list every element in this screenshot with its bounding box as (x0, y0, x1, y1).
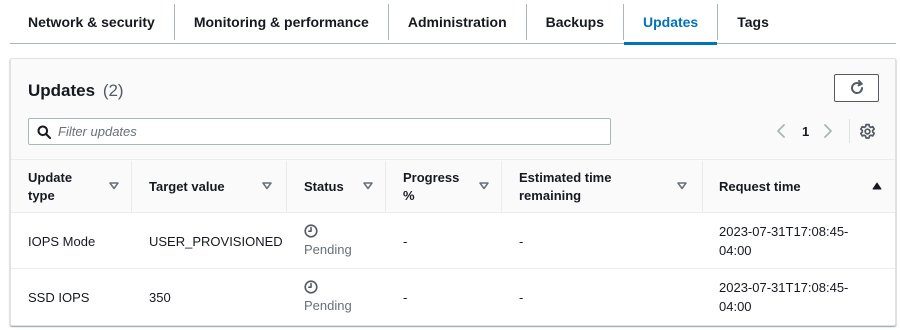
column-label: Request time (719, 178, 801, 194)
chevron-left-icon[interactable] (773, 122, 789, 140)
panel-count: (2) (102, 81, 124, 100)
cell-target-value: USER_PROVISIONED (149, 233, 283, 249)
panel-title-text: Updates (28, 81, 96, 100)
cell-progress: - (403, 233, 408, 249)
sort-caret-down-icon (262, 182, 272, 190)
table-row: SSD IOPS 350 Pending - - 2023-07-31T17:0… (11, 269, 895, 325)
cell-status: Pending (287, 213, 385, 269)
column-label: Estimated time remaining (519, 169, 612, 203)
cell-progress: - (403, 289, 408, 305)
status-text: Pending (304, 241, 352, 257)
refresh-button[interactable] (834, 74, 879, 102)
updates-panel: Updates (2) 1 (10, 58, 896, 326)
status-indicator: Pending (304, 223, 352, 259)
tab-updates[interactable]: Updates (623, 0, 718, 45)
column-label: Progress % (403, 169, 460, 203)
tab-administration[interactable]: Administration (389, 0, 526, 43)
search-icon (37, 125, 51, 139)
panel-header: Updates (2) 1 (11, 59, 895, 159)
column-label: Update type (28, 169, 73, 203)
cell-request-time: 2023-07-31T17:08:45-04:00 (719, 224, 849, 258)
chevron-right-icon[interactable] (820, 122, 836, 140)
panel-title: Updates (2) (28, 81, 124, 101)
gear-icon[interactable] (858, 122, 876, 140)
clock-icon (304, 279, 318, 294)
filter-input[interactable] (58, 121, 598, 142)
table-header: Update type Target value Status Progress… (11, 159, 895, 213)
column-label: Target value (149, 178, 225, 194)
cell-status: Pending (287, 269, 385, 325)
column-header-request-time[interactable]: Request time (702, 160, 895, 213)
sort-caret-down-icon (109, 182, 119, 190)
tab-network-security[interactable]: Network & security (10, 0, 174, 43)
tab-bar: Network & security Monitoring & performa… (10, 0, 896, 45)
pagination: 1 (773, 121, 836, 141)
cell-update-type: SSD IOPS (28, 289, 90, 305)
column-header-target-value[interactable]: Target value (132, 160, 286, 213)
sort-caret-down-icon (363, 182, 373, 190)
cell-estimated-time: - (519, 289, 524, 305)
column-header-estimated-time[interactable]: Estimated time remaining (502, 160, 702, 213)
sort-caret-up-icon (872, 182, 882, 190)
column-header-status[interactable]: Status (287, 160, 385, 213)
status-indicator: Pending (304, 279, 352, 315)
refresh-icon (850, 80, 863, 94)
cell-estimated-time: - (519, 233, 524, 249)
updates-table: Update type Target value Status Progress… (11, 159, 895, 325)
column-header-progress[interactable]: Progress % (386, 160, 501, 213)
cell-request-time: 2023-07-31T17:08:45-04:00 (719, 280, 849, 314)
tab-backups[interactable]: Backups (527, 0, 623, 43)
sort-caret-down-icon (677, 182, 687, 190)
cell-update-type: IOPS Mode (28, 233, 96, 249)
tab-monitoring-performance[interactable]: Monitoring & performance (175, 0, 388, 43)
column-header-update-type[interactable]: Update type (11, 160, 131, 213)
table-row: IOPS Mode USER_PROVISIONED Pending - - 2… (11, 213, 895, 269)
filter-field[interactable] (28, 118, 611, 145)
sort-caret-down-icon (479, 182, 489, 190)
status-text: Pending (304, 297, 352, 313)
clock-icon (304, 223, 318, 238)
page-number[interactable]: 1 (802, 124, 809, 139)
column-label: Status (304, 178, 344, 194)
cell-target-value: 350 (149, 289, 171, 305)
tab-tags[interactable]: Tags (718, 0, 788, 43)
pager-divider (849, 119, 850, 143)
